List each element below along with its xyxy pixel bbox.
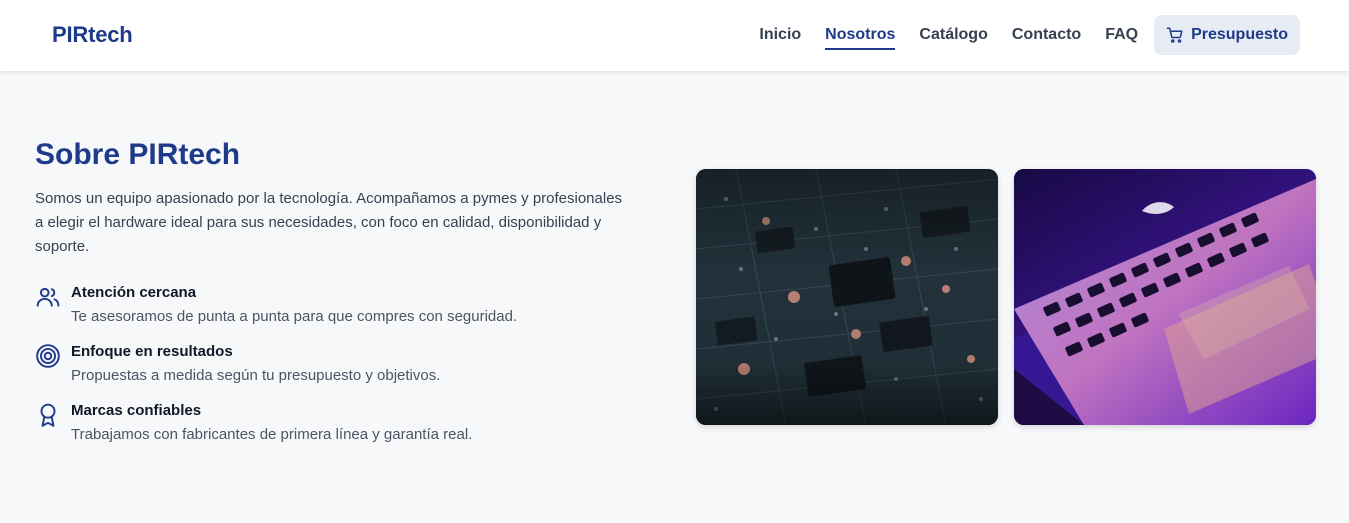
nav-link-contacto[interactable]: Contacto xyxy=(1012,17,1081,53)
laptop-photo xyxy=(1014,169,1316,425)
users-icon xyxy=(36,287,60,307)
nav-link-faq[interactable]: FAQ xyxy=(1105,17,1138,53)
about-section: Sobre PIRtech Somos un equipo apasionado… xyxy=(35,138,635,445)
feature-text: Propuestas a medida según tu presupuesto… xyxy=(71,367,441,384)
circuit-board-illustration xyxy=(696,169,998,425)
feature-item: Enfoque en resultados Propuestas a medid… xyxy=(35,343,635,386)
brand-logo[interactable]: PIRtech xyxy=(52,22,133,48)
nav-link-catalogo[interactable]: Catálogo xyxy=(919,17,987,53)
feature-title: Marcas confiables xyxy=(71,402,202,419)
feature-text: Trabajamos con fabricantes de primera lí… xyxy=(71,426,473,443)
feature-title: Enfoque en resultados xyxy=(71,343,233,360)
quote-button[interactable]: Presupuesto xyxy=(1154,15,1300,55)
feature-body: Marcas confiables Trabajamos con fabrica… xyxy=(71,402,472,445)
top-navbar: PIRtech Inicio Nosotros Catálogo Contact… xyxy=(0,0,1349,71)
quote-button-label: Presupuesto xyxy=(1191,26,1288,43)
cart-icon xyxy=(1166,27,1183,43)
circuit-board-photo xyxy=(696,169,998,425)
feature-body: Enfoque en resultados Propuestas a medid… xyxy=(71,343,440,386)
laptop-illustration xyxy=(1014,169,1316,425)
nav-link-inicio[interactable]: Inicio xyxy=(759,17,801,53)
nav-link-nosotros[interactable]: Nosotros xyxy=(825,17,896,53)
about-title: Sobre PIRtech xyxy=(35,138,241,171)
feature-item: Marcas confiables Trabajamos con fabrica… xyxy=(35,402,635,445)
feature-body: Atención cercana Te asesoramos de punta … xyxy=(71,284,517,327)
feature-title: Atención cercana xyxy=(71,284,197,301)
main-nav: Inicio Nosotros Catálogo Contacto FAQ Pr… xyxy=(759,15,1300,55)
target-icon xyxy=(36,344,60,368)
feature-text: Te asesoramos de punta a punta para que … xyxy=(71,308,518,325)
about-description: Somos un equipo apasionado por la tecnol… xyxy=(35,190,623,255)
feature-item: Atención cercana Te asesoramos de punta … xyxy=(35,284,635,327)
award-icon xyxy=(40,403,56,427)
